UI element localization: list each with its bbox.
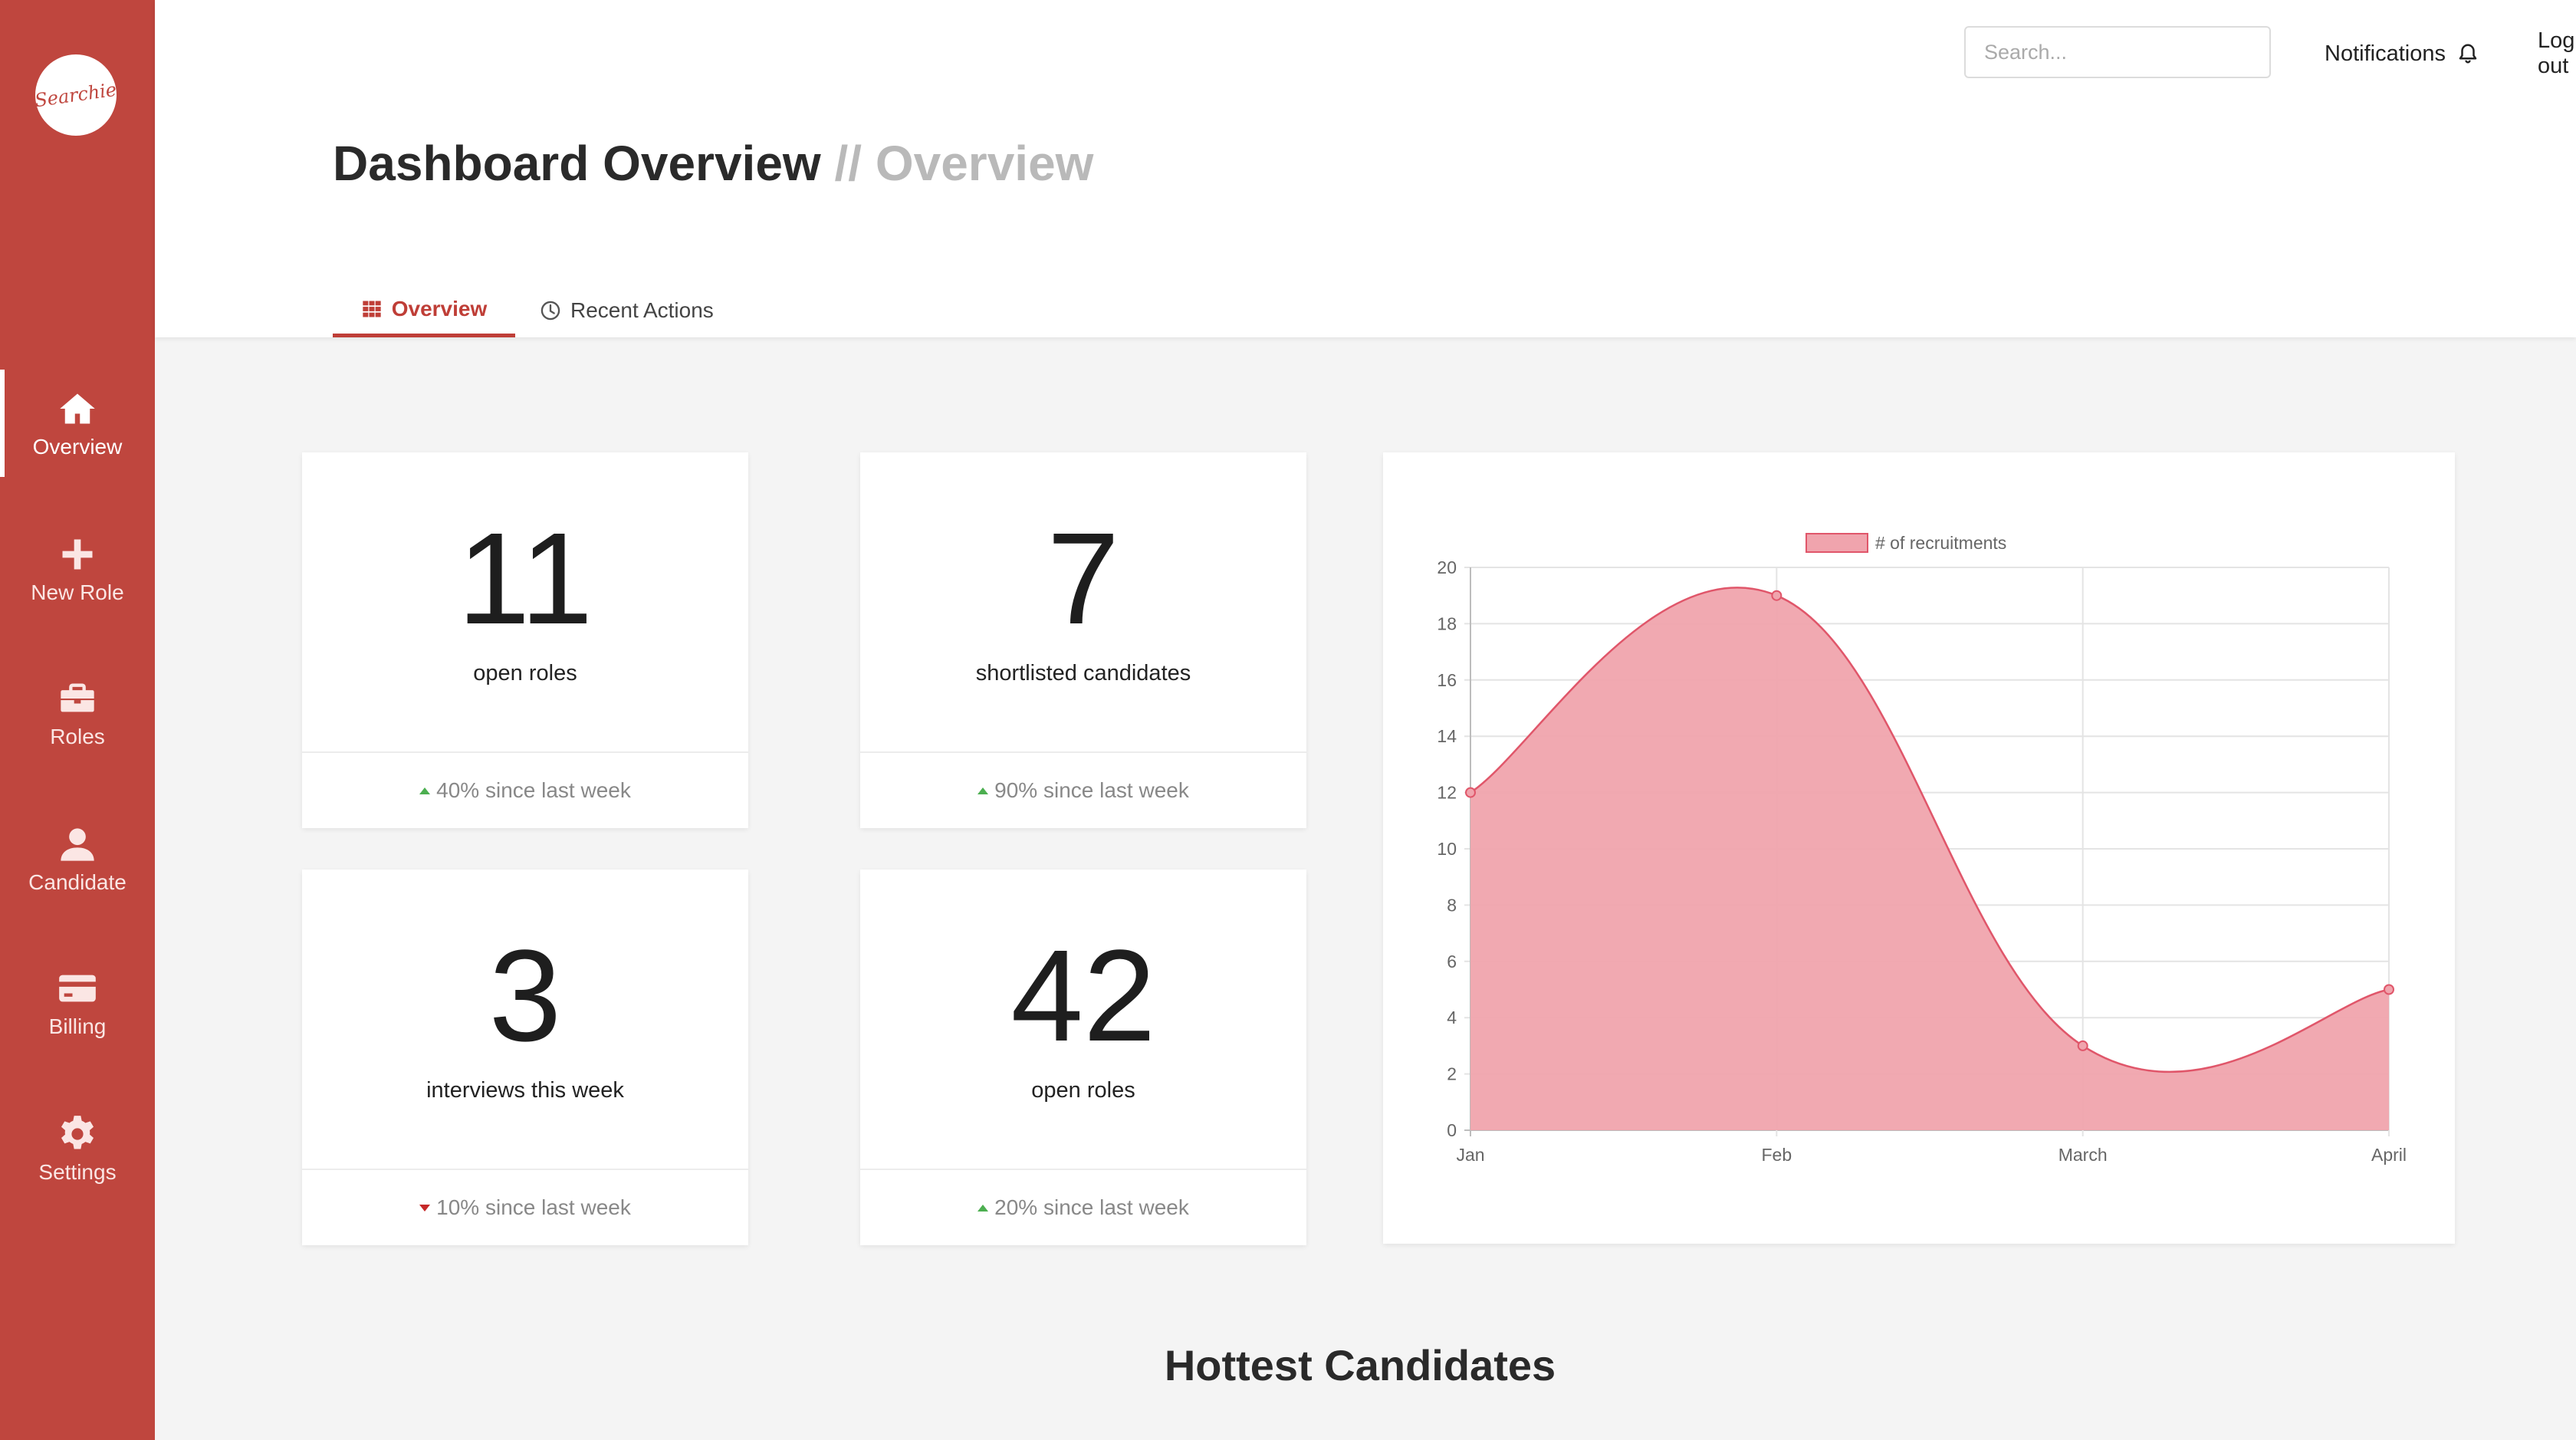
sidebar-item-label: Candidate [28, 870, 127, 894]
stat-change: 90% since last week [860, 751, 1306, 828]
stat-change-text: 40% since last week [436, 778, 631, 802]
y-tick-label: 10 [1437, 839, 1457, 859]
sidebar-item-new-role[interactable]: New Role [0, 515, 155, 623]
sidebar-item-label: Settings [38, 1160, 117, 1184]
stat-label: open roles [473, 661, 577, 685]
trend-up-icon [978, 1204, 989, 1212]
stat-change: 40% since last week [302, 751, 748, 828]
sidebar-item-overview[interactable]: Overview [0, 370, 155, 477]
sidebar-item-billing[interactable]: Billing [0, 949, 155, 1057]
stat-change: 20% since last week [860, 1169, 1306, 1245]
data-point [2077, 1040, 2088, 1051]
logout-dropdown[interactable]: Log out [2538, 28, 2576, 78]
y-tick-label: 14 [1437, 726, 1457, 746]
stat-value: 11 [457, 506, 593, 652]
data-point [1771, 590, 1783, 601]
trend-down-icon [419, 1204, 431, 1212]
data-point [1465, 787, 1476, 798]
credit-card-icon [56, 967, 99, 1010]
y-tick-label: 16 [1437, 670, 1457, 690]
gear-icon [56, 1113, 99, 1156]
briefcase-icon [56, 677, 99, 720]
stat-change-text: 20% since last week [994, 1195, 1189, 1219]
search-input[interactable] [1984, 40, 2256, 64]
stat-value: 42 [1010, 923, 1156, 1069]
stat-card-shortlisted: 7 shortlisted candidates 90% since last … [860, 452, 1306, 828]
sidebar: Searchie Overview New Role Roles Candida… [0, 0, 155, 1440]
page-title-text: Dashboard Overview [333, 136, 821, 191]
sidebar-item-roles[interactable]: Roles [0, 659, 155, 767]
sidebar-item-label: Roles [50, 725, 105, 748]
home-icon [56, 387, 99, 430]
stat-change: 10% since last week [302, 1169, 748, 1245]
y-tick-label: 18 [1437, 613, 1457, 633]
logout-label: Log out [2538, 28, 2575, 78]
y-tick-label: 0 [1447, 1120, 1457, 1140]
user-icon [56, 823, 99, 866]
stat-card-open-roles: 11 open roles 40% since last week [302, 452, 748, 828]
search-box [1964, 26, 2271, 78]
tab-label: Overview [391, 296, 488, 321]
sidebar-item-label: Overview [32, 435, 123, 459]
legend-label: # of recruitments [1875, 533, 2006, 553]
logo-text: Searchie [33, 78, 119, 112]
clock-icon [540, 301, 560, 321]
page-title: Dashboard Overview // Overview [333, 135, 1093, 192]
sidebar-item-label: Billing [48, 1014, 107, 1038]
trend-up-icon [978, 787, 989, 794]
stat-label: open roles [1031, 1078, 1135, 1103]
grid-icon [363, 301, 381, 317]
stat-card-interviews: 3 interviews this week 10% since last we… [302, 870, 748, 1245]
stat-card-open-roles-2: 42 open roles 20% since last week [860, 870, 1306, 1245]
y-tick-label: 8 [1447, 895, 1457, 915]
stat-change-text: 10% since last week [436, 1195, 631, 1219]
notifications-button[interactable]: Notifications [2325, 37, 2479, 71]
trend-up-icon [419, 787, 431, 794]
y-tick-label: 20 [1437, 557, 1457, 577]
app-logo[interactable]: Searchie [33, 54, 119, 136]
recruitments-chart-card: 0 2 4 6 8 10 12 14 16 18 20 Jan Feb March April # of re… [1383, 452, 2455, 1244]
y-tick-label: 12 [1437, 783, 1457, 803]
y-tick-label: 6 [1447, 952, 1457, 972]
tab-label: Recent Actions [570, 298, 714, 322]
stat-change-text: 90% since last week [994, 778, 1189, 802]
sidebar-item-candidate[interactable]: Candidate [0, 805, 155, 912]
section-title-hottest-candidates: Hottest Candidates [1164, 1341, 1556, 1389]
x-tick-label: April [2371, 1145, 2407, 1165]
x-tick-label: Feb [1762, 1145, 1792, 1165]
page-header: Notifications Log out Dashboard Overview… [155, 0, 2576, 337]
recruitments-chart: 0 2 4 6 8 10 12 14 16 18 20 Jan Feb March April # of re… [1437, 533, 2407, 1165]
breadcrumb: // Overview [834, 136, 1094, 191]
bell-icon [2459, 44, 2477, 64]
notifications-label: Notifications [2325, 41, 2446, 66]
y-tick-label: 2 [1447, 1064, 1457, 1084]
data-point [2384, 984, 2394, 995]
legend-swatch [1806, 533, 1868, 553]
plus-icon [56, 533, 99, 576]
tab-overview[interactable]: Overview [333, 284, 515, 337]
stat-value: 7 [1046, 506, 1120, 652]
tab-recent-actions[interactable]: Recent Actions [540, 284, 714, 337]
sidebar-item-label: New Role [31, 580, 124, 604]
stat-value: 3 [488, 923, 562, 1069]
sidebar-item-settings[interactable]: Settings [0, 1095, 155, 1202]
x-tick-label: March [2058, 1145, 2108, 1165]
series-area-recruitments [1470, 587, 2389, 1130]
stat-label: shortlisted candidates [975, 661, 1191, 685]
stat-label: interviews this week [426, 1078, 624, 1103]
y-tick-label: 4 [1447, 1008, 1457, 1027]
x-tick-label: Jan [1456, 1145, 1484, 1165]
